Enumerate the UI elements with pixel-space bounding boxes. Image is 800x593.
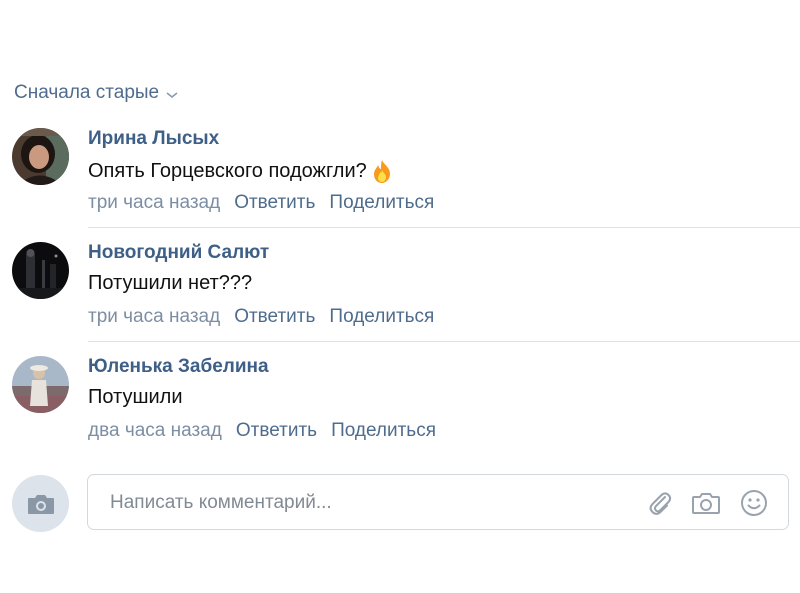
- comment-item: Юленька Забелина Потушили два часа назад…: [12, 356, 800, 456]
- comment-author[interactable]: Ирина Лысых: [88, 128, 219, 150]
- share-button[interactable]: Поделиться: [331, 420, 436, 442]
- comment-text-row: Потушили нет???: [88, 272, 252, 295]
- comment-time[interactable]: два часа назад: [88, 420, 222, 442]
- comment-time[interactable]: три часа назад: [88, 192, 220, 214]
- comment-divider: [88, 341, 800, 342]
- sort-dropdown[interactable]: Сначала старые: [14, 82, 179, 104]
- comment-author[interactable]: Новогодний Салют: [88, 242, 269, 264]
- sort-label: Сначала старые: [14, 82, 160, 103]
- comment-text: Потушили нет???: [88, 272, 253, 294]
- emoji-button[interactable]: [738, 487, 770, 519]
- comment-meta: три часа назад Ответить Поделиться: [88, 192, 434, 214]
- camera-icon: [27, 494, 54, 514]
- share-button[interactable]: Поделиться: [329, 192, 434, 214]
- smiley-icon: [741, 490, 767, 516]
- comment-input[interactable]: [108, 487, 632, 519]
- camera-button[interactable]: [12, 475, 69, 532]
- comment-text: Опять Горцевского подожгли?: [88, 159, 367, 182]
- comment-composer: [12, 474, 790, 532]
- comment-item: Новогодний Салют Потушили нет??? три час…: [12, 242, 800, 342]
- avatar[interactable]: [12, 356, 69, 413]
- comment-text-row: Потушили: [88, 386, 183, 409]
- comment-item: Ирина Лысых Опять Горцевского подожгли? …: [12, 128, 800, 228]
- comment-text-row: Опять Горцевского подожгли?: [88, 158, 395, 184]
- comment-input-box: [87, 474, 789, 530]
- share-button[interactable]: Поделиться: [329, 306, 434, 328]
- fire-emoji-icon: [373, 160, 390, 183]
- comment-author[interactable]: Юленька Забелина: [88, 356, 269, 378]
- comment-time[interactable]: три часа назад: [88, 306, 220, 328]
- chevron-down-icon: [166, 92, 178, 99]
- camera-icon: [692, 493, 720, 514]
- reply-button[interactable]: Ответить: [236, 420, 317, 442]
- comment-meta: три часа назад Ответить Поделиться: [88, 306, 434, 328]
- avatar[interactable]: [12, 128, 69, 185]
- avatar[interactable]: [12, 242, 69, 299]
- photo-button[interactable]: [690, 487, 722, 519]
- paperclip-icon: [649, 492, 672, 515]
- comment-text: Потушили: [88, 386, 183, 408]
- reply-button[interactable]: Ответить: [234, 306, 315, 328]
- comment-meta: два часа назад Ответить Поделиться: [88, 420, 436, 442]
- attach-button[interactable]: [644, 487, 676, 519]
- reply-button[interactable]: Ответить: [234, 192, 315, 214]
- comment-divider: [88, 227, 800, 228]
